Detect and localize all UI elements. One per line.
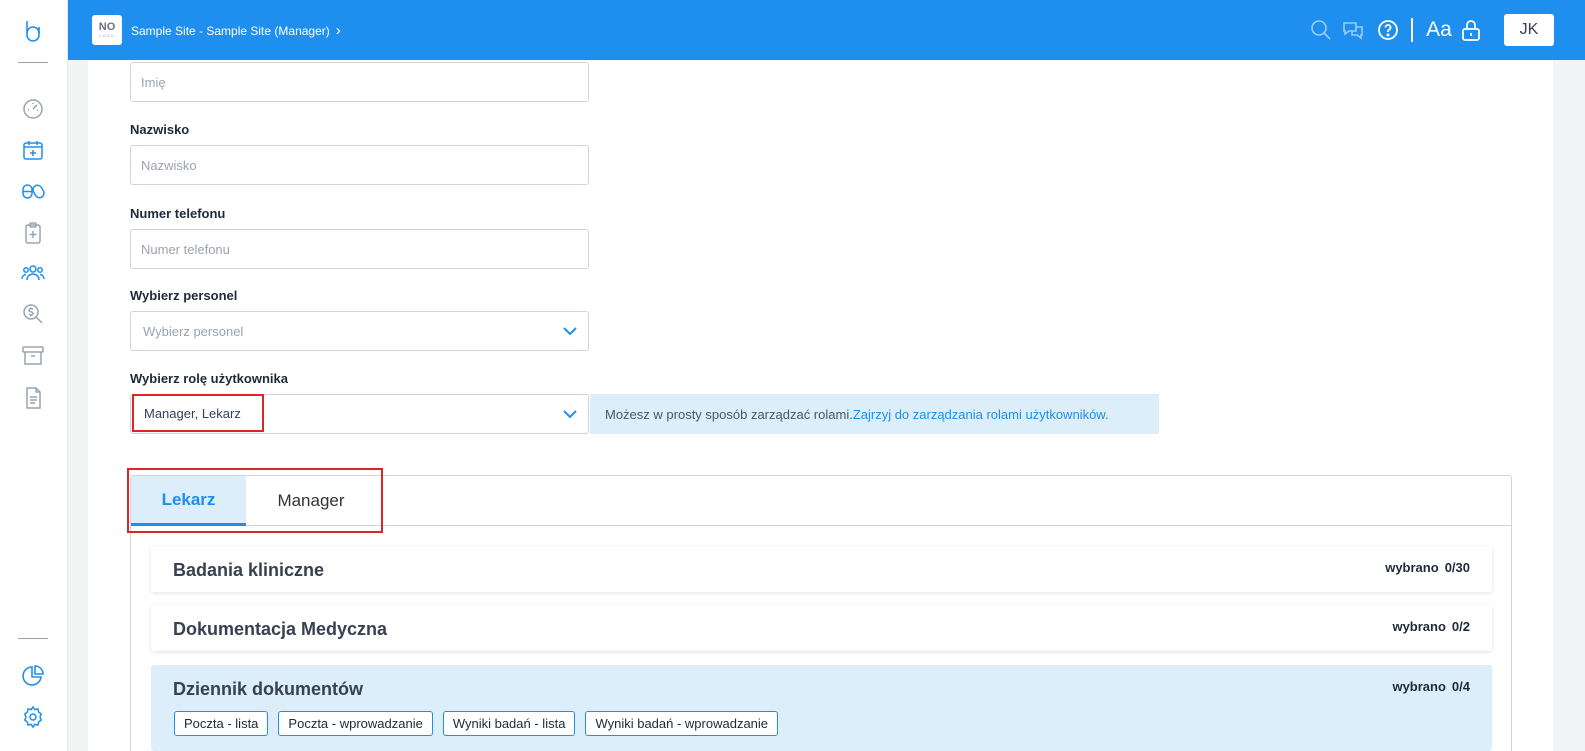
module-badania-kliniczne[interactable]: Badania kliniczne wybrano 0/30 [151,546,1492,592]
search-icon[interactable] [1307,16,1335,44]
page-scrollbar[interactable] [1575,60,1585,751]
module-dokumentacja-medyczna[interactable]: Dokumentacja Medyczna wybrano 0/2 [151,605,1492,651]
clipboard-add-icon[interactable] [19,219,47,247]
staff-select[interactable]: Wybierz personel [130,311,589,351]
role-info-box: Możesz w prosty sposób zarządzać rolami.… [590,394,1159,434]
permission-chip[interactable]: Wyniki badań - lista [442,711,576,736]
document-icon[interactable] [19,384,47,412]
phone-input[interactable]: Numer telefonu [130,229,589,269]
count-label: wybrano [1392,619,1446,634]
module-count: wybrano 0/4 [1392,679,1470,694]
chevron-down-icon [562,406,578,422]
count-label: wybrano [1392,679,1446,694]
phone-label: Numer telefonu [130,206,226,221]
staff-label: Wybierz personel [130,288,238,303]
lock-icon[interactable] [1457,16,1485,44]
sidebar [0,0,68,751]
module-title: Badania kliniczne [173,560,325,580]
sidebar-divider [18,638,48,639]
count-value: 0/4 [1451,679,1470,694]
archive-icon[interactable] [19,342,47,370]
font-size-label: Aa [1426,18,1452,41]
phone-placeholder: Numer telefonu [141,241,230,257]
settings-icon[interactable] [19,703,47,731]
module-title: Dziennik dokumentów [173,679,364,699]
breadcrumb-site: Sample Site - Sample Site (Manager) [131,23,330,38]
logo-icon[interactable] [19,17,47,45]
count-label: wybrano [1385,560,1439,575]
user-form-panel: Imię Nazwisko Nazwisko Numer telefonu Nu… [88,60,1553,751]
pie-chart-icon[interactable] [19,662,47,690]
logo-subtext: LOGO [99,33,115,38]
module-count: wybrano 0/2 [1392,619,1470,634]
count-value: 0/2 [1451,619,1470,634]
role-info-text: Możesz w prosty sposób zarządzać rolami. [605,406,853,422]
role-value: Manager, Lekarz [132,394,264,432]
permission-chip[interactable]: Wyniki badań - wprowadzanie [585,711,779,736]
billing-search-icon[interactable] [19,300,47,328]
user-avatar[interactable]: JK [1504,14,1554,46]
dashboard-icon[interactable] [19,94,47,122]
last-name-label: Nazwisko [130,122,190,137]
module-title: Dokumentacja Medyczna [173,619,388,639]
header-separator [1411,18,1413,42]
top-header: NO LOGO Sample Site - Sample Site (Manag… [68,0,1585,60]
chevron-down-icon [562,323,578,339]
tab-lekarz[interactable]: Lekarz [131,476,246,526]
first-name-placeholder: Imię [141,74,166,90]
permission-chips: Poczta - lista Poczta - wprowadzanie Wyn… [174,711,779,736]
role-select[interactable]: Manager, Lekarz [130,394,589,434]
role-label: Wybierz rolę użytkownika [130,371,288,386]
permission-chip[interactable]: Poczta - lista [174,711,269,736]
users-icon[interactable] [19,259,47,287]
first-name-input[interactable]: Imię [130,62,589,102]
tab-manager[interactable]: Manager [246,476,376,526]
breadcrumb[interactable]: Sample Site - Sample Site (Manager) › [131,22,341,39]
calendar-add-icon[interactable] [19,136,47,164]
last-name-input[interactable]: Nazwisko [130,145,589,185]
staff-placeholder: Wybierz personel [143,323,244,339]
help-icon[interactable] [1374,16,1402,44]
font-size-icon[interactable]: Aa [1422,16,1456,44]
logo-text: NO [98,21,116,33]
site-logo[interactable]: NO LOGO [92,15,122,45]
sidebar-divider [18,62,48,63]
role-tabs: Lekarz Manager [131,476,1511,526]
last-name-placeholder: Nazwisko [141,157,197,173]
module-dziennik-dokumentow[interactable]: Dziennik dokumentów wybrano 0/4 Poczta -… [151,665,1492,751]
pills-icon[interactable] [19,177,47,205]
role-management-link[interactable]: Zajrzyj do zarządzania rolami użytkownik… [853,407,1109,422]
chat-icon[interactable] [1339,16,1367,44]
module-count: wybrano 0/30 [1385,560,1470,575]
chevron-right-icon: › [335,22,341,39]
permission-chip[interactable]: Poczta - wprowadzanie [278,711,433,736]
count-value: 0/30 [1444,560,1470,575]
